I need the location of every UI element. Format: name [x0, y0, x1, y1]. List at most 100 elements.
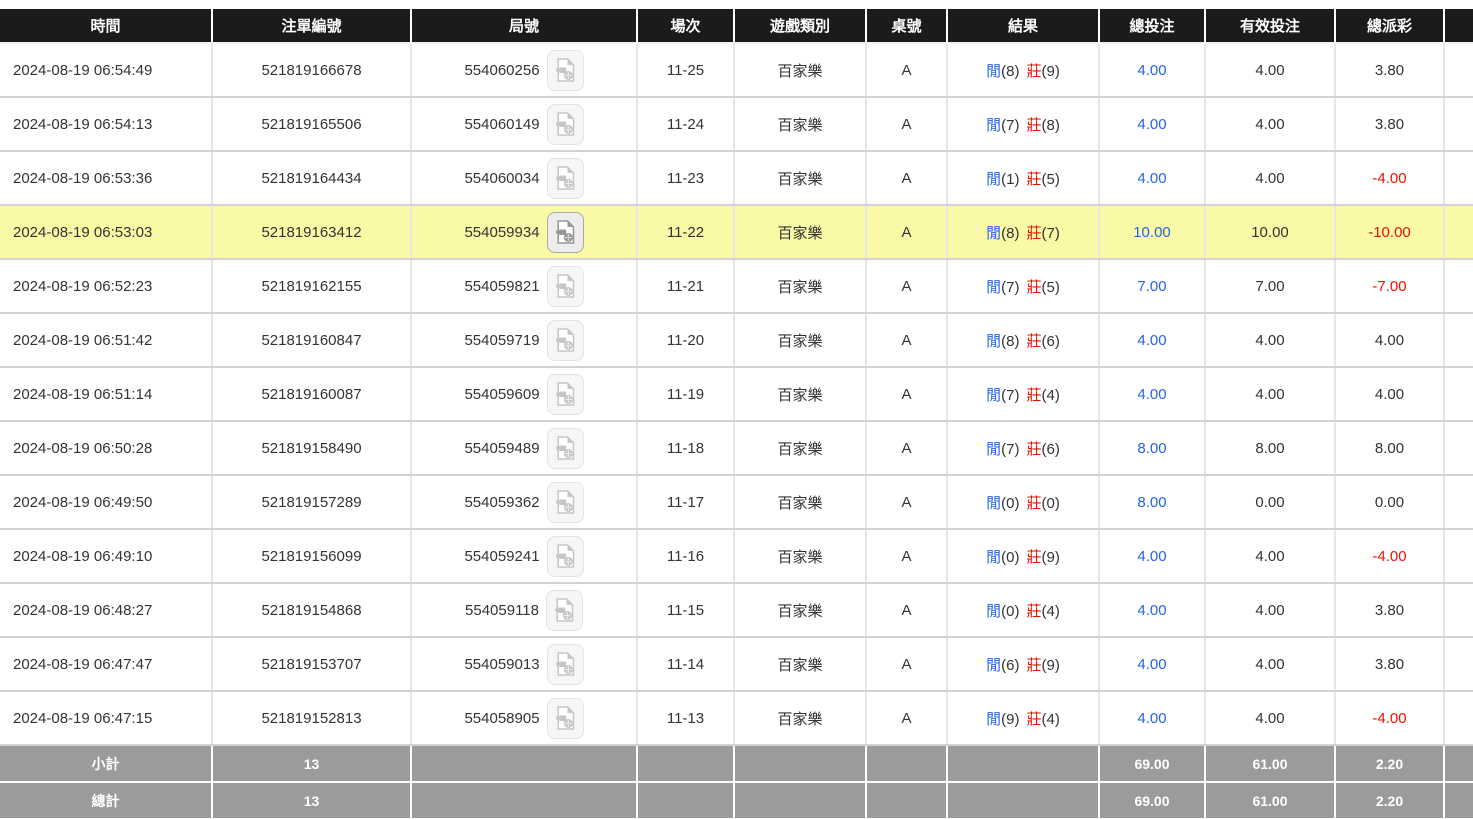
total-bet-cell[interactable]: 4.00 — [1099, 583, 1205, 637]
table-row[interactable]: 2024-08-19 06:54:49 521819166678 5540602… — [0, 43, 1473, 97]
result-cell: 閒(0)莊(9) — [947, 529, 1099, 583]
round-id: 554058905 — [464, 710, 539, 727]
table-row[interactable]: 2024-08-19 06:51:42 521819160847 5540597… — [0, 313, 1473, 367]
cutoff-cell — [1444, 367, 1473, 421]
video-file-icon — [554, 705, 576, 731]
payout-cell: 3.80 — [1335, 43, 1444, 97]
game-type-cell: 百家樂 — [734, 475, 866, 529]
table-no-cell: A — [866, 151, 947, 205]
time-cell: 2024-08-19 06:50:28 — [0, 421, 212, 475]
valid-bet-cell: 7.00 — [1205, 259, 1335, 313]
total-bet-cell[interactable]: 4.00 — [1099, 97, 1205, 151]
table-no-cell: A — [866, 583, 947, 637]
time-cell: 2024-08-19 06:53:03 — [0, 205, 212, 259]
col-header-result: 結果 — [947, 9, 1099, 43]
valid-bet-cell: 4.00 — [1205, 313, 1335, 367]
total-bet-cell[interactable]: 7.00 — [1099, 259, 1205, 313]
video-replay-button[interactable] — [547, 698, 584, 739]
total-bet-cell[interactable]: 4.00 — [1099, 151, 1205, 205]
table-row[interactable]: 2024-08-19 06:52:23 521819162155 5540598… — [0, 259, 1473, 313]
total-bet-cell[interactable]: 4.00 — [1099, 691, 1205, 745]
video-replay-button[interactable] — [546, 590, 583, 631]
bet-id-cell: 521819164434 — [212, 151, 411, 205]
total-bet-cell[interactable]: 4.00 — [1099, 637, 1205, 691]
session-cell: 11-16 — [637, 529, 734, 583]
table-row[interactable]: 2024-08-19 06:51:14 521819160087 5540596… — [0, 367, 1473, 421]
valid-bet-cell: 10.00 — [1205, 205, 1335, 259]
video-file-icon — [554, 651, 576, 677]
video-replay-button[interactable] — [547, 212, 584, 253]
session-cell: 11-25 — [637, 43, 734, 97]
bet-id-cell: 521819165506 — [212, 97, 411, 151]
video-replay-button[interactable] — [547, 536, 584, 577]
payout-cell: -10.00 — [1335, 205, 1444, 259]
game-type-cell: 百家樂 — [734, 367, 866, 421]
banker-result: 莊 — [1027, 657, 1042, 674]
video-replay-button[interactable] — [547, 104, 584, 145]
total-bet-cell[interactable]: 10.00 — [1099, 205, 1205, 259]
video-replay-button[interactable] — [547, 644, 584, 685]
bet-id-cell: 521819154868 — [212, 583, 411, 637]
round-id: 554059013 — [464, 656, 539, 673]
total-bet-cell[interactable]: 4.00 — [1099, 43, 1205, 97]
cutoff-cell — [1444, 691, 1473, 745]
col-header-bet-id: 注單編號 — [212, 9, 411, 43]
round-cell: 554058905 — [411, 691, 637, 745]
table-row[interactable]: 2024-08-19 06:53:03 521819163412 5540599… — [0, 205, 1473, 259]
table-row[interactable]: 2024-08-19 06:47:15 521819152813 5540589… — [0, 691, 1473, 745]
subtotal-total-bet: 69.00 — [1099, 745, 1205, 782]
col-header-table-no: 桌號 — [866, 9, 947, 43]
cutoff-cell — [1444, 151, 1473, 205]
round-cell: 554059719 — [411, 313, 637, 367]
payout-cell: 4.00 — [1335, 367, 1444, 421]
subtotal-row: 小計 13 69.00 61.00 2.20 — [0, 745, 1473, 782]
table-row[interactable]: 2024-08-19 06:47:47 521819153707 5540590… — [0, 637, 1473, 691]
total-bet-cell[interactable]: 4.00 — [1099, 529, 1205, 583]
banker-result: 莊 — [1027, 63, 1042, 80]
table-row[interactable]: 2024-08-19 06:53:36 521819164434 5540600… — [0, 151, 1473, 205]
total-bet-cell[interactable]: 8.00 — [1099, 421, 1205, 475]
game-type-cell: 百家樂 — [734, 421, 866, 475]
table-no-cell: A — [866, 259, 947, 313]
total-bet-cell[interactable]: 4.00 — [1099, 367, 1205, 421]
session-cell: 11-19 — [637, 367, 734, 421]
cutoff-cell — [1444, 583, 1473, 637]
player-result: 閒 — [986, 657, 1001, 674]
col-header-round-id: 局號 — [411, 9, 637, 43]
video-replay-button[interactable] — [547, 428, 584, 469]
result-cell: 閒(7)莊(4) — [947, 367, 1099, 421]
time-cell: 2024-08-19 06:51:42 — [0, 313, 212, 367]
subtotal-payout: 2.20 — [1335, 745, 1444, 782]
game-type-cell: 百家樂 — [734, 691, 866, 745]
banker-result: 莊 — [1027, 225, 1042, 242]
table-row[interactable]: 2024-08-19 06:50:28 521819158490 5540594… — [0, 421, 1473, 475]
table-row[interactable]: 2024-08-19 06:54:13 521819165506 5540601… — [0, 97, 1473, 151]
cutoff-cell — [1444, 421, 1473, 475]
valid-bet-cell: 4.00 — [1205, 367, 1335, 421]
result-cell: 閒(0)莊(0) — [947, 475, 1099, 529]
video-replay-button[interactable] — [547, 320, 584, 361]
session-cell: 11-21 — [637, 259, 734, 313]
video-replay-button[interactable] — [547, 158, 584, 199]
player-result: 閒 — [986, 711, 1001, 728]
video-replay-button[interactable] — [547, 374, 584, 415]
table-no-cell: A — [866, 313, 947, 367]
time-cell: 2024-08-19 06:51:14 — [0, 367, 212, 421]
subtotal-valid-bet: 61.00 — [1205, 745, 1335, 782]
bet-id-cell: 521819152813 — [212, 691, 411, 745]
table-row[interactable]: 2024-08-19 06:48:27 521819154868 5540591… — [0, 583, 1473, 637]
video-replay-button[interactable] — [547, 50, 584, 91]
video-replay-button[interactable] — [547, 482, 584, 523]
video-replay-button[interactable] — [547, 266, 584, 307]
banker-result: 莊 — [1027, 549, 1042, 566]
total-bet-cell[interactable]: 4.00 — [1099, 313, 1205, 367]
table-row[interactable]: 2024-08-19 06:49:10 521819156099 5540592… — [0, 529, 1473, 583]
table-row[interactable]: 2024-08-19 06:49:50 521819157289 5540593… — [0, 475, 1473, 529]
round-cell: 554059241 — [411, 529, 637, 583]
session-cell: 11-14 — [637, 637, 734, 691]
table-no-cell: A — [866, 43, 947, 97]
round-id: 554059241 — [464, 548, 539, 565]
round-cell: 554059609 — [411, 367, 637, 421]
cutoff-cell — [1444, 97, 1473, 151]
total-bet-cell[interactable]: 8.00 — [1099, 475, 1205, 529]
